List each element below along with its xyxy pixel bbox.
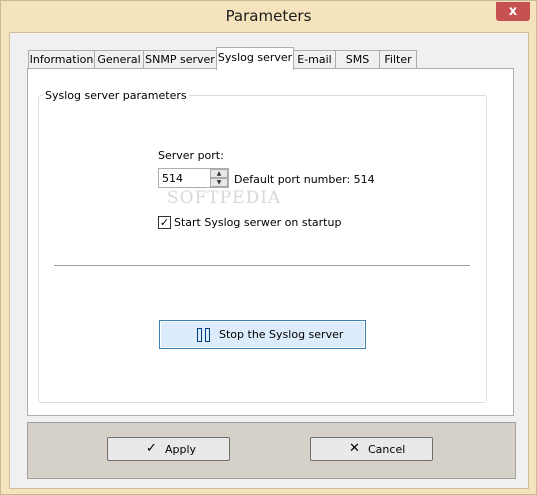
group-title: Syslog server parameters <box>43 89 189 102</box>
tab-filter[interactable]: Filter <box>379 50 417 69</box>
apply-label: Apply <box>165 443 197 456</box>
tab-email[interactable]: E-mail <box>293 50 336 69</box>
spin-down-button[interactable]: ▼ <box>210 178 228 187</box>
dialog-footer: ✓ Apply ✕ Cancel <box>27 422 516 479</box>
separator <box>54 265 470 267</box>
stop-syslog-button[interactable]: Stop the Syslog server <box>159 320 366 349</box>
title-bar: Parameters x <box>1 1 536 32</box>
server-port-stepper[interactable]: ▲ ▼ <box>158 168 229 188</box>
checkmark-icon: ✓ <box>159 216 170 229</box>
tab-information[interactable]: Information <box>28 50 95 69</box>
stop-syslog-label: Stop the Syslog server <box>219 328 344 341</box>
startup-checkbox[interactable]: ✓ <box>158 216 171 229</box>
syslog-tab-panel: Syslog server parameters SOFTPEDIA Serve… <box>27 68 514 416</box>
arrow-down-icon: ▼ <box>216 179 222 186</box>
syslog-parameters-group: Syslog server parameters SOFTPEDIA Serve… <box>38 89 487 403</box>
arrow-up-icon: ▲ <box>216 170 222 177</box>
tab-syslog-server[interactable]: Syslog server <box>216 47 294 70</box>
cancel-button[interactable]: ✕ Cancel <box>310 437 433 461</box>
check-icon: ✓ <box>146 441 157 456</box>
server-port-input[interactable] <box>159 169 210 187</box>
x-icon: ✕ <box>349 441 360 456</box>
spin-buttons: ▲ ▼ <box>210 169 228 187</box>
dialog-client-area: Information General SNMP server Syslog s… <box>9 32 529 489</box>
watermark: SOFTPEDIA <box>167 188 282 208</box>
parameters-window: Parameters x Information General SNMP se… <box>0 0 537 495</box>
startup-checkbox-label[interactable]: Start Syslog serwer on startup <box>174 216 341 229</box>
tab-snmp-server[interactable]: SNMP server <box>143 50 217 69</box>
tab-sms[interactable]: SMS <box>335 50 380 69</box>
apply-button[interactable]: ✓ Apply <box>107 437 230 461</box>
default-port-text: Default port number: 514 <box>234 173 375 186</box>
server-port-label: Server port: <box>158 149 224 162</box>
window-title: Parameters <box>225 7 312 25</box>
cancel-label: Cancel <box>368 443 406 456</box>
tab-general[interactable]: General <box>94 50 144 69</box>
close-button[interactable]: x <box>496 2 530 21</box>
pause-icon <box>197 328 211 342</box>
close-icon: x <box>508 4 518 19</box>
spin-up-button[interactable]: ▲ <box>210 169 228 178</box>
